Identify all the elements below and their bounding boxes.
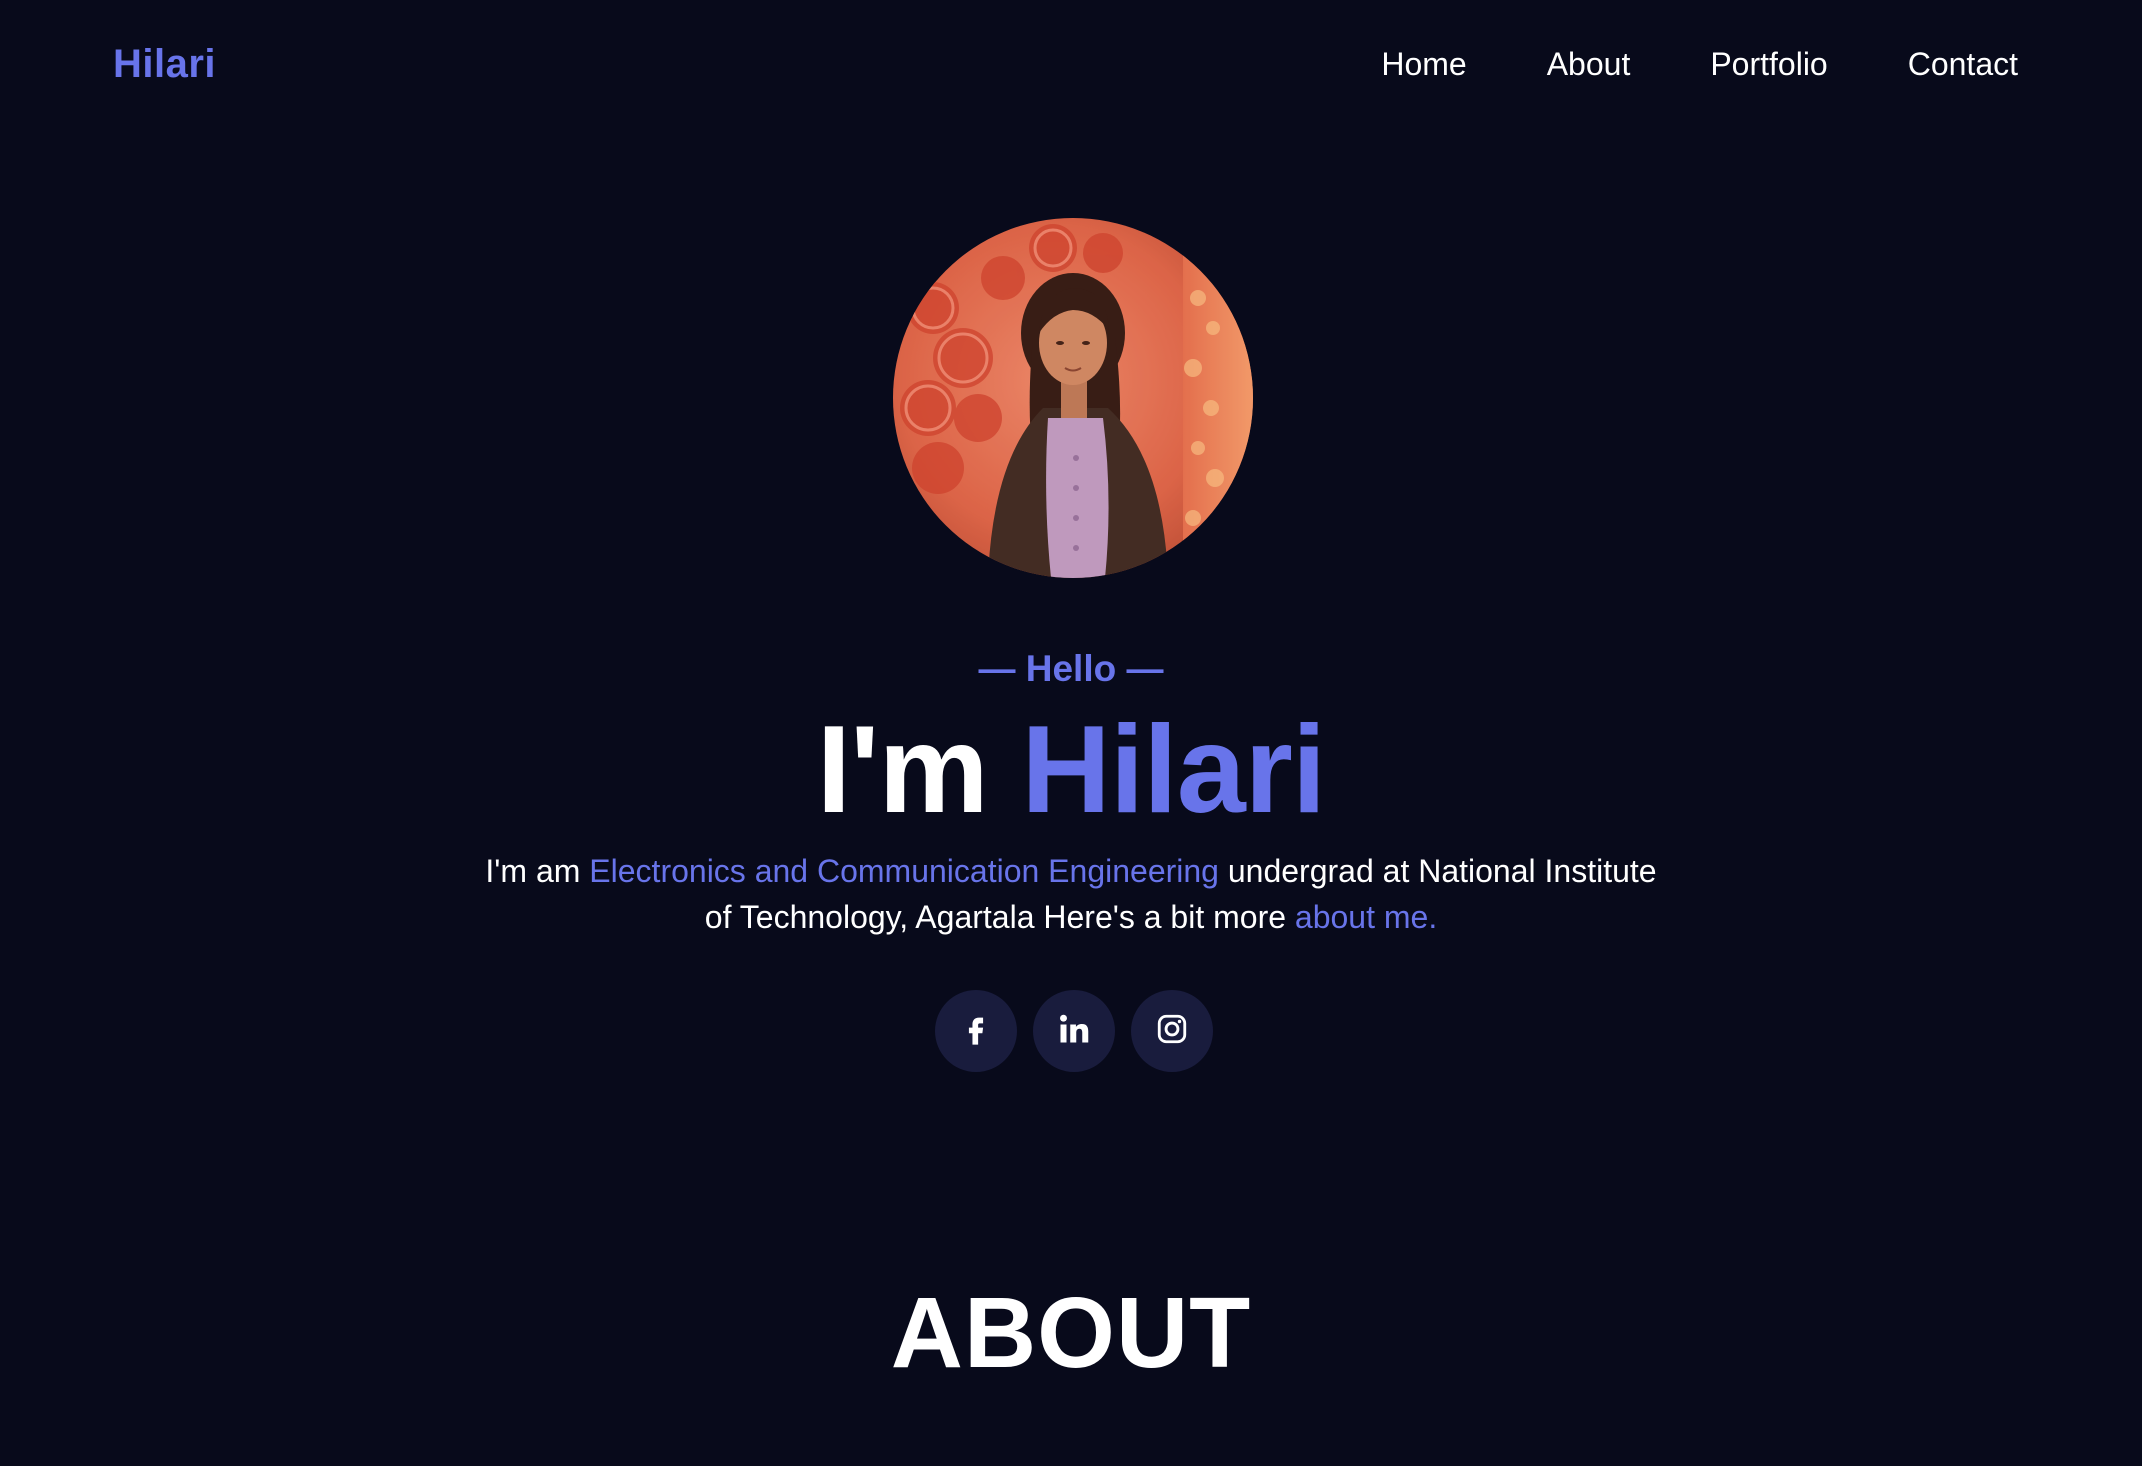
hero-title-name: Hilari bbox=[1021, 701, 1326, 839]
linkedin-icon bbox=[1056, 1011, 1092, 1052]
instagram-button[interactable] bbox=[1131, 990, 1213, 1072]
hero-title: I'm Hilari bbox=[0, 700, 2142, 840]
instagram-icon bbox=[1155, 1012, 1189, 1051]
nav-link-contact[interactable]: Contact bbox=[1908, 46, 2018, 83]
nav-link-about[interactable]: About bbox=[1547, 46, 1631, 83]
intro-text-1: I'm am bbox=[485, 853, 590, 889]
nav-links: Home About Portfolio Contact bbox=[1381, 46, 2018, 83]
profile-avatar bbox=[893, 218, 1253, 578]
hero-intro: I'm am Electronics and Communication Eng… bbox=[471, 848, 1671, 940]
facebook-icon bbox=[959, 1012, 993, 1051]
nav-link-home[interactable]: Home bbox=[1381, 46, 1466, 83]
page: Hilari Home About Portfolio Contact — He… bbox=[0, 0, 2142, 1466]
intro-highlight: Electronics and Communication Engineerin… bbox=[589, 853, 1219, 889]
linkedin-button[interactable] bbox=[1033, 990, 1115, 1072]
facebook-button[interactable] bbox=[935, 990, 1017, 1072]
navbar: Hilari Home About Portfolio Contact bbox=[0, 0, 2142, 132]
brand-logo[interactable]: Hilari bbox=[113, 42, 216, 87]
social-links bbox=[935, 990, 1213, 1072]
hero-title-prefix: I'm bbox=[816, 701, 1022, 839]
profile-photo bbox=[893, 218, 1253, 578]
nav-link-portfolio[interactable]: Portfolio bbox=[1710, 46, 1827, 83]
about-section-title: ABOUT bbox=[890, 1277, 1252, 1389]
about-me-link[interactable]: about me. bbox=[1295, 899, 1437, 935]
hello-eyebrow: — Hello — bbox=[978, 648, 1164, 689]
